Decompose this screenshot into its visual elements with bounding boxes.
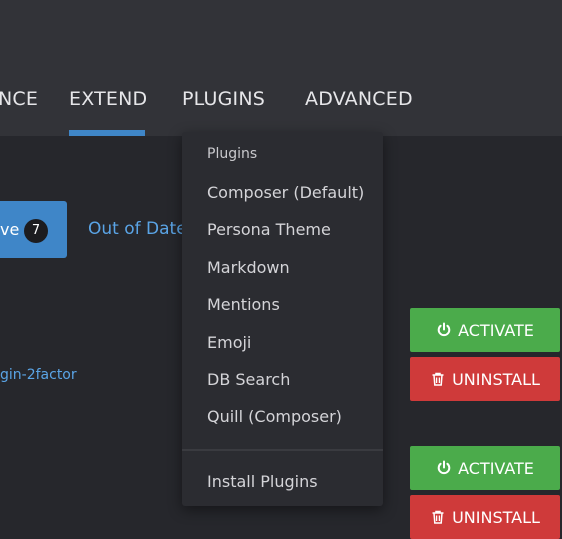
- trash-icon: [432, 372, 444, 386]
- uninstall-button[interactable]: UNINSTALL: [410, 495, 560, 539]
- plugin-name-link[interactable]: gin-2factor: [0, 367, 77, 383]
- nav-tab-advanced[interactable]: ADVANCED: [305, 88, 413, 110]
- dropdown-item-install-plugins[interactable]: Install Plugins: [207, 472, 318, 491]
- nav-tab-appearance[interactable]: NCE: [0, 88, 38, 110]
- filter-active-label: ve: [0, 220, 20, 239]
- top-nav-bar: [0, 0, 562, 136]
- dropdown-divider: [182, 449, 383, 451]
- dropdown-item-composer-default[interactable]: Composer (Default): [207, 183, 364, 202]
- activate-button[interactable]: ACTIVATE: [410, 446, 560, 490]
- nav-tab-extend[interactable]: EXTEND: [69, 88, 147, 110]
- dropdown-item-markdown[interactable]: Markdown: [207, 258, 290, 277]
- uninstall-button-label: UNINSTALL: [452, 507, 540, 527]
- activate-button-label: ACTIVATE: [458, 320, 534, 340]
- active-tab-indicator: [69, 130, 145, 136]
- uninstall-button-label: UNINSTALL: [452, 369, 540, 389]
- filter-active-count-badge: 7: [24, 219, 48, 243]
- trash-icon: [432, 510, 444, 524]
- uninstall-button[interactable]: UNINSTALL: [410, 357, 560, 401]
- dropdown-item-quill-composer[interactable]: Quill (Composer): [207, 407, 342, 426]
- activate-button[interactable]: ACTIVATE: [410, 308, 560, 352]
- dropdown-item-mentions[interactable]: Mentions: [207, 295, 280, 314]
- nav-tab-plugins[interactable]: PLUGINS: [182, 88, 265, 110]
- dropdown-item-emoji[interactable]: Emoji: [207, 333, 251, 352]
- dropdown-item-persona-theme[interactable]: Persona Theme: [207, 220, 331, 239]
- dropdown-item-db-search[interactable]: DB Search: [207, 370, 290, 389]
- activate-button-label: ACTIVATE: [458, 458, 534, 478]
- power-icon: [437, 460, 451, 475]
- dropdown-header: Plugins: [207, 146, 258, 162]
- power-icon: [437, 322, 451, 337]
- filter-out-of-date-tab[interactable]: Out of Date: [88, 219, 187, 239]
- plugins-dropdown-menu: Plugins Composer (Default) Persona Theme…: [182, 132, 383, 506]
